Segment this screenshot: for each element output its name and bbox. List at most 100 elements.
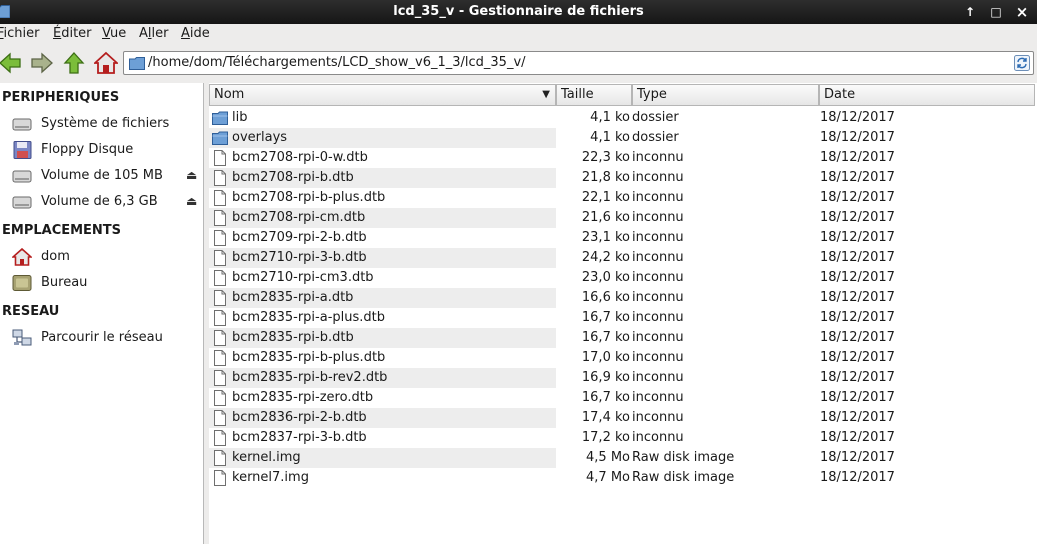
file-size: 23,1 ko (581, 230, 630, 245)
file-date: 18/12/2017 (820, 210, 895, 225)
table-row[interactable]: bcm2710-rpi-3-b.dtb 24,2 ko inconnu 18/12/2… (209, 248, 1037, 268)
table-row[interactable]: bcm2709-rpi-2-b.dtb 23,1 ko inconnu 18/12/2… (209, 228, 1037, 248)
sidebar-item-parcourir-le-reseau[interactable]: Parcourir le réseau (12, 328, 202, 348)
reload-icon[interactable] (1014, 55, 1030, 71)
file-date: 18/12/2017 (820, 270, 895, 285)
table-row[interactable]: lib 4,1 ko dossier 18/12/2017 (209, 108, 1037, 128)
file-type: inconnu (632, 330, 684, 345)
table-row[interactable]: kernel7.img 4,7 Mo Raw disk image 18/12/201… (209, 468, 1037, 488)
menu-editer[interactable]: Éditer (53, 26, 92, 41)
table-row[interactable]: bcm2837-rpi-3-b.dtb 17,2 ko inconnu 18/12/2… (209, 428, 1037, 448)
table-row[interactable]: bcm2708-rpi-b-plus.dtb 22,1 ko inconnu 18/1… (209, 188, 1037, 208)
folder-icon (212, 131, 228, 145)
close-button[interactable]: × (1013, 3, 1031, 21)
file-icon (214, 250, 226, 266)
menu-bar: Fichier Éditer Vue Aller Aide (0, 24, 1037, 45)
back-arrow-icon[interactable] (0, 51, 22, 75)
table-row[interactable]: bcm2835-rpi-a.dtb 16,6 ko inconnu 18/12/201… (209, 288, 1037, 308)
table-row[interactable]: bcm2710-rpi-cm3.dtb 23,0 ko inconnu 18/12/2… (209, 268, 1037, 288)
sidebar-item-systeme-de-fichiers[interactable]: Système de fichiers (12, 114, 202, 134)
sidebar-item-volume-6-3gb[interactable]: Volume de 6,3 GB ⏏ (12, 192, 202, 212)
file-type: inconnu (632, 370, 684, 385)
sidebar-item-dom[interactable]: dom (12, 247, 202, 267)
sidebar-item-label: Volume de 6,3 GB (41, 194, 158, 209)
file-date: 18/12/2017 (820, 190, 895, 205)
file-size: 4,1 ko (590, 130, 630, 145)
file-type: inconnu (632, 170, 684, 185)
column-taille[interactable]: Taille (556, 84, 632, 106)
file-date: 18/12/2017 (820, 230, 895, 245)
table-row[interactable]: overlays 4,1 ko dossier 18/12/2017 (209, 128, 1037, 148)
table-row[interactable]: bcm2835-rpi-b-plus.dtb 17,0 ko inconnu 18/1… (209, 348, 1037, 368)
maximize-button[interactable]: ↑ (961, 3, 979, 21)
column-nom[interactable]: Nom ▼ (209, 84, 556, 106)
file-icon (214, 290, 226, 306)
file-size: 22,3 ko (581, 150, 630, 165)
file-size: 16,9 ko (581, 370, 630, 385)
menu-aller[interactable]: Aller (139, 26, 169, 41)
menu-aide[interactable]: Aide (181, 26, 210, 41)
file-type: inconnu (632, 230, 684, 245)
table-row[interactable]: bcm2708-rpi-b.dtb 21,8 ko inconnu 18/12/201… (209, 168, 1037, 188)
location-path[interactable]: /home/dom/Téléchargements/LCD_show_v6_1_… (148, 55, 526, 70)
table-row[interactable]: bcm2835-rpi-b.dtb 16,7 ko inconnu 18/12/201… (209, 328, 1037, 348)
file-date: 18/12/2017 (820, 250, 895, 265)
file-icon (214, 210, 226, 226)
sidebar-item-volume-105mb[interactable]: Volume de 105 MB ⏏ (12, 166, 202, 186)
section-reseau: RESEAU (2, 304, 60, 319)
table-row[interactable]: kernel.img 4,5 Mo Raw disk image 18/12/2017 (209, 448, 1037, 468)
home-icon[interactable] (94, 51, 118, 75)
network-icon (12, 329, 32, 346)
table-row[interactable]: bcm2708-rpi-cm.dtb 21,6 ko inconnu 18/12/20… (209, 208, 1037, 228)
sidebar-item-label: Parcourir le réseau (41, 330, 163, 345)
file-icon (214, 390, 226, 406)
sidebar-item-label: Bureau (41, 275, 88, 290)
file-size: 16,6 ko (581, 290, 630, 305)
file-name: bcm2837-rpi-3-b.dtb (232, 430, 367, 445)
table-row[interactable]: bcm2835-rpi-a-plus.dtb 16,7 ko inconnu 18/1… (209, 308, 1037, 328)
file-list: Nom ▼ Taille Type Date lib 4,1 ko dossier 1… (209, 83, 1037, 544)
file-name: bcm2708-rpi-b.dtb (232, 170, 354, 185)
eject-icon[interactable]: ⏏ (186, 194, 197, 208)
row-name-cell (209, 108, 556, 128)
drive-icon (12, 118, 32, 131)
forward-arrow-icon[interactable] (30, 51, 54, 75)
file-type: dossier (632, 110, 679, 125)
column-type-label: Type (637, 87, 667, 102)
home-icon (12, 248, 32, 266)
section-peripheriques: PERIPHERIQUES (2, 90, 120, 105)
floppy-icon (13, 141, 32, 159)
file-name: bcm2835-rpi-a.dtb (232, 290, 354, 305)
sidebar-item-label: Floppy Disque (41, 142, 134, 157)
file-size: 16,7 ko (581, 310, 630, 325)
sidebar-item-floppy-disque[interactable]: Floppy Disque (12, 140, 202, 160)
table-row[interactable]: bcm2836-rpi-2-b.dtb 17,4 ko inconnu 18/12/2… (209, 408, 1037, 428)
up-arrow-icon[interactable] (62, 51, 86, 75)
title-bar[interactable]: lcd_35_v - Gestionnaire de fichiers ↑ □ … (0, 0, 1037, 24)
column-taille-label: Taille (561, 87, 594, 102)
file-icon (214, 170, 226, 186)
menu-fichier[interactable]: Fichier (0, 26, 40, 41)
restore-button[interactable]: □ (987, 3, 1005, 21)
location-bar[interactable]: /home/dom/Téléchargements/LCD_show_v6_1_… (123, 51, 1034, 75)
window-title: lcd_35_v - Gestionnaire de fichiers (393, 4, 644, 19)
table-row[interactable]: bcm2708-rpi-0-w.dtb 22,3 ko inconnu 18/12/2… (209, 148, 1037, 168)
file-date: 18/12/2017 (820, 390, 895, 405)
table-row[interactable]: bcm2835-rpi-b-rev2.dtb 16,9 ko inconnu 18/1… (209, 368, 1037, 388)
sidebar-item-bureau[interactable]: Bureau (12, 273, 202, 293)
eject-icon[interactable]: ⏏ (186, 168, 197, 182)
column-type[interactable]: Type (632, 84, 819, 106)
file-name: bcm2710-rpi-cm3.dtb (232, 270, 374, 285)
menu-vue[interactable]: Vue (102, 26, 126, 41)
table-row[interactable]: bcm2835-rpi-zero.dtb 16,7 ko inconnu 18/12/… (209, 388, 1037, 408)
file-type: inconnu (632, 250, 684, 265)
column-date-label: Date (824, 87, 856, 102)
column-date[interactable]: Date (819, 84, 1035, 106)
desktop-icon (12, 275, 32, 291)
file-date: 18/12/2017 (820, 130, 895, 145)
file-icon (214, 190, 226, 206)
file-name: bcm2708-rpi-cm.dtb (232, 210, 366, 225)
file-name: kernel.img (232, 450, 301, 465)
sidebar-item-label: Système de fichiers (41, 116, 170, 131)
file-name: overlays (232, 130, 288, 145)
